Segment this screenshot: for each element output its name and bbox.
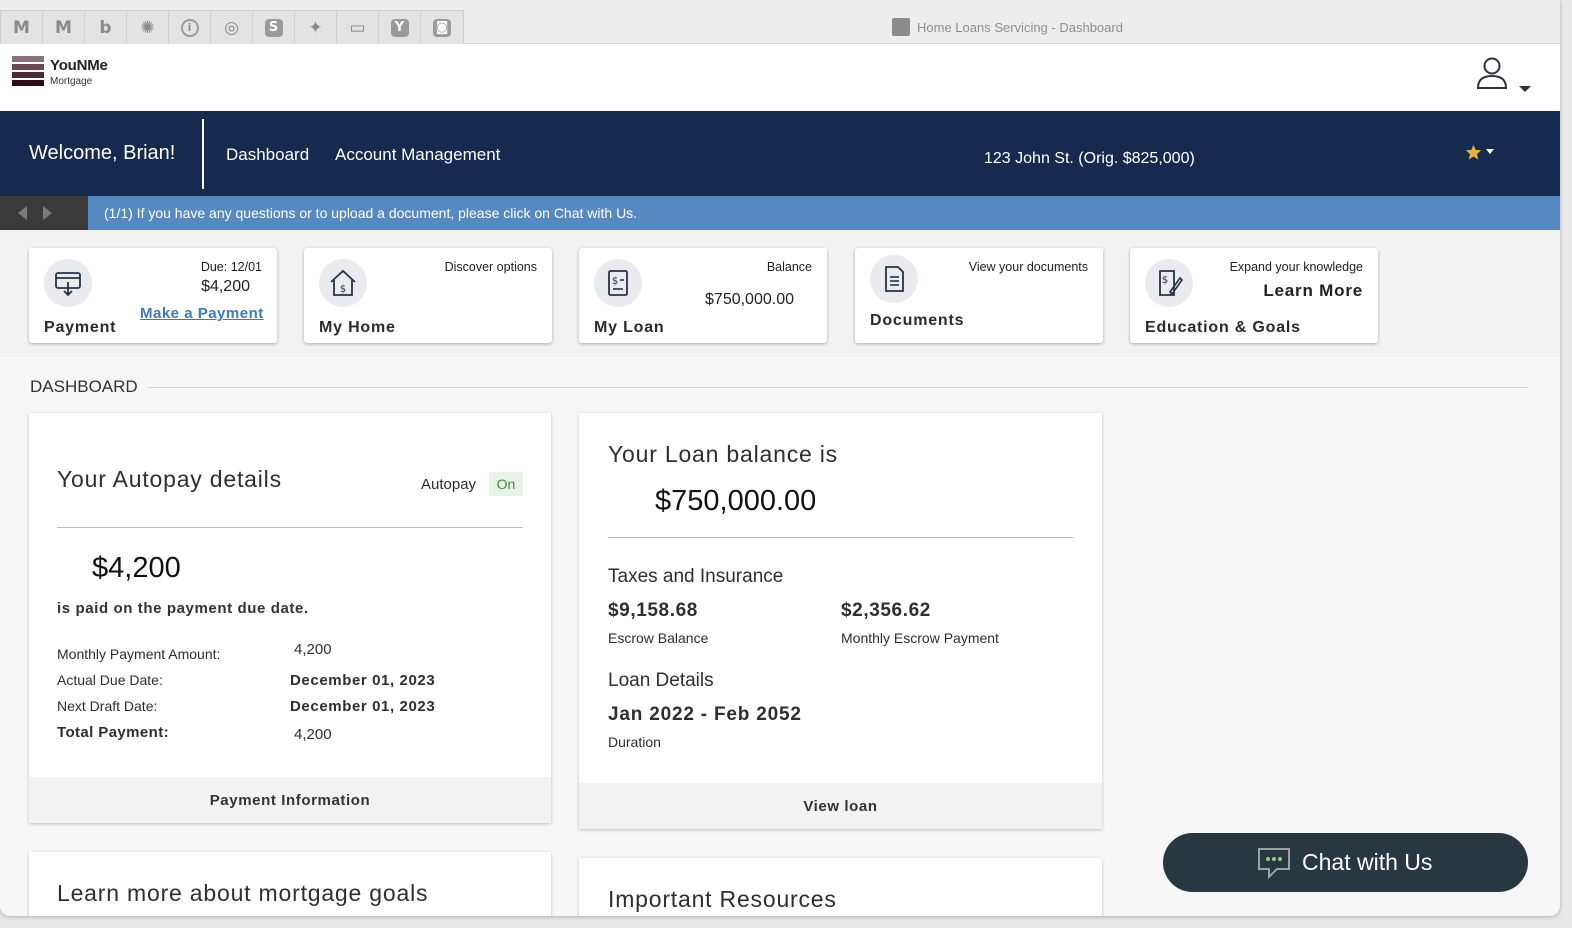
- next-draft-date-label: Next Draft Date:: [57, 698, 158, 714]
- home-icon: $: [319, 259, 367, 307]
- documents-card-title: Documents: [870, 312, 965, 329]
- payment-due-amount: $4,200: [201, 278, 250, 295]
- chat-with-us-button[interactable]: Chat with Us: [1163, 833, 1528, 892]
- main-nav-bar: Welcome, Brian! Dashboard Account Manage…: [0, 111, 1560, 196]
- gmail-icon[interactable]: M: [1, 11, 43, 44]
- education-card-title: Education & Goals: [1145, 319, 1301, 336]
- dashboard-heading: DASHBOARD: [30, 377, 138, 396]
- loan-balance-divider: [608, 537, 1074, 538]
- loan-card-balance: $750,000.00: [705, 291, 794, 308]
- monthly-escrow-label: Monthly Escrow Payment: [841, 630, 999, 646]
- pinned-tabs: M Mb ✺ i ◎ S ✦ ▭ Y ◙: [0, 10, 464, 44]
- prev-arrow-icon[interactable]: [18, 206, 28, 220]
- gmaps-icon[interactable]: ▭: [337, 11, 379, 44]
- loan-details-heading: Loan Details: [608, 670, 714, 691]
- monthly-escrow-value: $2,356.62: [841, 600, 931, 621]
- user-menu-button[interactable]: [1474, 52, 1536, 98]
- window-title-text: Home Loans Servicing - Dashboard: [917, 19, 1123, 35]
- make-payment-link[interactable]: Make a Payment: [140, 305, 264, 322]
- learn-more-link[interactable]: Learn More: [1263, 281, 1363, 301]
- loan-icon: $: [594, 259, 642, 307]
- next-arrow-icon[interactable]: [42, 206, 52, 220]
- user-icon: [1476, 57, 1531, 92]
- nav-link-account-management[interactable]: Account Management: [335, 145, 500, 165]
- home-card-note: Discover options: [444, 260, 537, 274]
- younme-logo-icon[interactable]: [12, 56, 44, 88]
- loan-balance-amount: $750,000.00: [655, 485, 817, 517]
- camera-app-icon[interactable]: ◙: [421, 11, 463, 44]
- brand-name[interactable]: YouNMe: [50, 57, 108, 74]
- autopay-title: Your Autopay details: [57, 466, 282, 492]
- payment-card[interactable]: Due: 12/01 $4,200 Make a Payment Payment: [29, 248, 277, 343]
- chat-button-label: Chat with Us: [1302, 849, 1433, 875]
- brand-subtitle: Mortgage: [50, 76, 93, 87]
- home-card-title: My Home: [319, 319, 396, 336]
- monthly-payment-label: Monthly Payment Amount:: [57, 646, 221, 662]
- my-loan-card[interactable]: $ Balance $750,000.00 My Loan: [579, 248, 827, 343]
- payment-card-title: Payment: [44, 319, 117, 336]
- svg-text:$: $: [1162, 275, 1168, 286]
- announcement-text: (1/1) If you have any questions or to up…: [104, 205, 638, 221]
- mortgage-goals-title: Learn more about mortgage goals: [57, 880, 429, 906]
- app-header: YouNMe Mortgage: [0, 44, 1560, 111]
- announcement-banner: (1/1) If you have any questions or to up…: [0, 196, 1560, 230]
- chat-bubble-icon: [1258, 848, 1290, 880]
- gear-app-icon[interactable]: ✺: [127, 11, 169, 44]
- welcome-message: Welcome, Brian!: [29, 142, 176, 164]
- payment-due-date: Due: 12/01: [200, 260, 262, 274]
- page-favicon-icon: [892, 18, 910, 36]
- loan-duration-value: Jan 2022 - Feb 2052: [608, 704, 802, 725]
- my-home-card[interactable]: $ Discover options My Home: [304, 248, 552, 343]
- next-draft-date-value: December 01, 2023: [290, 698, 436, 715]
- autopay-divider: [57, 527, 523, 528]
- education-icon: $: [1145, 259, 1193, 307]
- b-app-icon[interactable]: b: [85, 11, 127, 44]
- nav-link-dashboard[interactable]: Dashboard: [226, 145, 309, 165]
- actual-due-date-value: December 01, 2023: [290, 672, 436, 689]
- documents-card-note: View your documents: [968, 260, 1088, 274]
- s-app-icon[interactable]: S: [253, 11, 295, 44]
- escrow-balance-value: $9,158.68: [608, 600, 698, 621]
- dashboard-divider: [148, 387, 1528, 388]
- education-goals-card[interactable]: $ Expand your knowledge Learn More Educa…: [1130, 248, 1378, 343]
- loan-balance-title: Your Loan balance is: [608, 441, 838, 467]
- autopay-status-badge: On: [489, 472, 523, 496]
- documents-card[interactable]: View your documents Documents: [855, 248, 1103, 343]
- view-loan-button[interactable]: View loan: [579, 783, 1102, 829]
- document-icon: [870, 255, 918, 303]
- browser-tab-bar: M Mb ✺ i ◎ S ✦ ▭ Y ◙ Home Loans Servicing - Dashb…: [0, 0, 1560, 44]
- escrow-balance-label: Escrow Balance: [608, 630, 709, 646]
- caret-down-icon: [1486, 149, 1494, 154]
- education-card-note: Expand your knowledge: [1229, 260, 1363, 274]
- svg-text:$: $: [612, 276, 618, 287]
- important-resources-title: Important Resources: [608, 886, 837, 912]
- monthly-payment-value: 4,200: [294, 641, 332, 658]
- payment-information-button[interactable]: Payment Information: [29, 777, 551, 823]
- sparkle-icon[interactable]: ✦: [295, 11, 337, 44]
- loan-card-note: Balance: [766, 260, 812, 274]
- gmail-icon-2[interactable]: M: [43, 11, 85, 44]
- y-app-icon[interactable]: Y: [379, 11, 421, 44]
- window-title: Home Loans Servicing - Dashboard: [892, 18, 1123, 36]
- actual-due-date-label: Actual Due Date:: [57, 672, 163, 688]
- loan-duration-label: Duration: [608, 734, 661, 750]
- favorites-menu[interactable]: [1465, 144, 1494, 160]
- star-icon: [1465, 144, 1482, 160]
- autopay-amount: $4,200: [92, 552, 181, 584]
- autopay-subtitle: is paid on the payment due date.: [57, 600, 309, 617]
- total-payment-label: Total Payment:: [57, 724, 170, 741]
- nav-divider: [202, 119, 204, 189]
- loan-card-title: My Loan: [594, 319, 665, 336]
- browser-window: M Mb ✺ i ◎ S ✦ ▭ Y ◙ Home Loans Servicing - Dashb…: [0, 0, 1560, 916]
- total-payment-value: 4,200: [294, 726, 332, 743]
- quick-links-strip: Due: 12/01 $4,200 Make a Payment Payment…: [0, 230, 1560, 357]
- autopay-status-label: Autopay: [421, 476, 477, 493]
- svg-text:$: $: [340, 284, 346, 295]
- openai-icon[interactable]: ◎: [211, 11, 253, 44]
- property-selector[interactable]: 123 John St. (Orig. $825,000): [984, 150, 1195, 168]
- taxes-insurance-heading: Taxes and Insurance: [608, 566, 784, 587]
- announcement-pager: [0, 196, 88, 230]
- info-app-icon[interactable]: i: [169, 11, 211, 44]
- payment-icon: [44, 259, 92, 307]
